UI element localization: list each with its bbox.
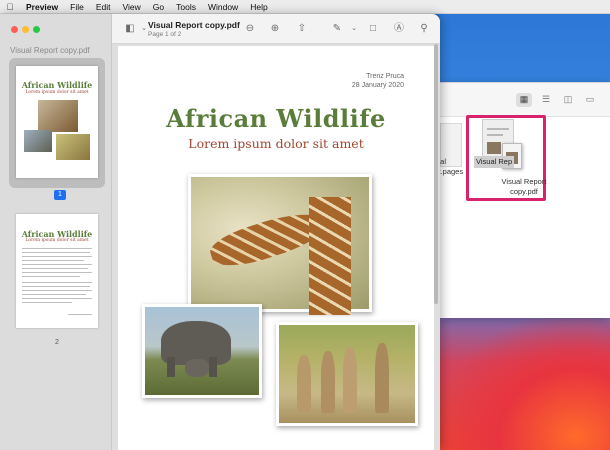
preview-toolbar: ◧ ⌄ Visual Report copy.pdf Page 1 of 2 ⊖… — [112, 14, 440, 44]
menu-bar:  Preview File Edit View Go Tools Window… — [0, 0, 610, 14]
text-line — [22, 252, 90, 253]
page-thumbnail-2[interactable]: African Wildlife Lorem ipsum dolor sit a… — [16, 214, 98, 328]
meerkat-photo — [276, 322, 418, 426]
menu-tools[interactable]: Tools — [170, 2, 202, 12]
menu-edit[interactable]: Edit — [90, 2, 117, 12]
thumb-meerkat-photo — [56, 134, 90, 160]
text-line — [22, 294, 86, 295]
page-number-1: 1 — [54, 190, 66, 200]
menu-window[interactable]: Window — [202, 2, 244, 12]
annotate-icon[interactable]: Ⓐ — [393, 23, 405, 35]
menu-go[interactable]: Go — [147, 2, 170, 12]
text-line — [22, 272, 92, 273]
list-view-icon[interactable]: ☰ — [538, 93, 554, 107]
text-line — [22, 264, 92, 265]
text-line — [22, 260, 84, 261]
text-line — [22, 248, 92, 249]
page-number-2: 2 — [55, 339, 59, 346]
icon-view-icon[interactable]: ▦ — [516, 92, 532, 107]
rotate-icon[interactable]: □ — [367, 23, 379, 35]
gallery-view-icon[interactable]: ▭ — [582, 93, 598, 107]
document-title: Visual Report copy.pdf — [148, 20, 240, 30]
elephant-photo — [142, 304, 262, 398]
zoom-button[interactable] — [33, 26, 40, 33]
page-thumbnail-1[interactable]: African Wildlife Lorem ipsum dolor sit a… — [16, 66, 98, 178]
pdf-page: Trenz Pruca 28 January 2020 African Wild… — [118, 46, 434, 450]
thumb-title: African Wildlife — [21, 80, 93, 90]
menu-view[interactable]: View — [117, 2, 147, 12]
share-icon[interactable]: ⇧ — [296, 23, 308, 35]
thumb2-subtitle: Lorem ipsum dolor sit amet — [25, 238, 89, 243]
markup-icon[interactable]: ✎ — [331, 23, 343, 35]
text-line — [22, 302, 72, 303]
pages-file-label-line1: ual — [436, 157, 447, 166]
text-line — [22, 286, 90, 287]
pdf-file-caption[interactable]: Visual Report copy.pdf — [496, 177, 552, 197]
pages-file-label-line2: rt.pages — [436, 167, 464, 176]
desktop-wave — [440, 318, 610, 450]
author-name: Trenz Pruca — [366, 73, 404, 80]
document-heading: African Wildlife — [166, 104, 386, 133]
menu-preview[interactable]: Preview — [20, 2, 64, 12]
pdf-file-caption-line1: Visual Report — [501, 177, 547, 186]
finder-window: ▦ ☰ ◫ ▭ ual rt.pages Visual Rep Visual R… — [436, 82, 610, 318]
text-line — [22, 256, 92, 257]
author-block: Trenz Pruca 28 January 2020 — [352, 72, 404, 90]
menu-file[interactable]: File — [64, 2, 90, 12]
zoom-out-icon[interactable]: ⊖ — [244, 23, 256, 35]
dragged-file-label: Visual Rep — [474, 156, 515, 168]
finder-toolbar: ▦ ☰ ◫ ▭ — [440, 83, 610, 117]
thumb-giraffe-photo — [38, 100, 78, 132]
markup-chevron-icon[interactable]: ⌄ — [348, 23, 360, 35]
search-icon[interactable]: ⚲ — [418, 23, 430, 35]
thumbnail-sidebar: Visual Report copy.pdf African Wildlife … — [0, 14, 112, 450]
menu-help[interactable]: Help — [244, 2, 273, 12]
preview-window: Visual Report copy.pdf African Wildlife … — [0, 14, 440, 450]
thumb-elephant-photo — [24, 130, 52, 152]
text-line — [22, 282, 92, 283]
pages-file-label[interactable]: ual rt.pages — [436, 157, 463, 177]
text-line — [22, 276, 80, 277]
text-line — [22, 268, 88, 269]
page-indicator: Page 1 of 2 — [148, 31, 182, 38]
text-line — [68, 314, 92, 315]
document-viewer[interactable]: Trenz Pruca 28 January 2020 African Wild… — [112, 44, 440, 450]
thumb-subtitle: Lorem ipsum dolor sit amet — [25, 90, 89, 95]
document-date: 28 January 2020 — [351, 82, 404, 89]
minimize-button[interactable] — [22, 26, 29, 33]
column-view-icon[interactable]: ◫ — [560, 93, 576, 107]
sidebar-toggle-icon[interactable]: ◧ — [122, 23, 138, 35]
sidebar-title: Visual Report copy.pdf — [10, 46, 90, 55]
text-line — [22, 290, 92, 291]
pdf-file-caption-line2: copy.pdf — [510, 187, 538, 196]
vertical-scrollbar[interactable] — [434, 44, 438, 304]
document-subheading: Lorem ipsum dolor sit amet — [188, 136, 364, 151]
giraffe-photo — [188, 174, 372, 315]
apple-menu-icon[interactable]:  — [0, 2, 20, 12]
close-button[interactable] — [11, 26, 18, 33]
zoom-in-icon[interactable]: ⊕ — [269, 23, 281, 35]
text-line — [22, 298, 92, 299]
